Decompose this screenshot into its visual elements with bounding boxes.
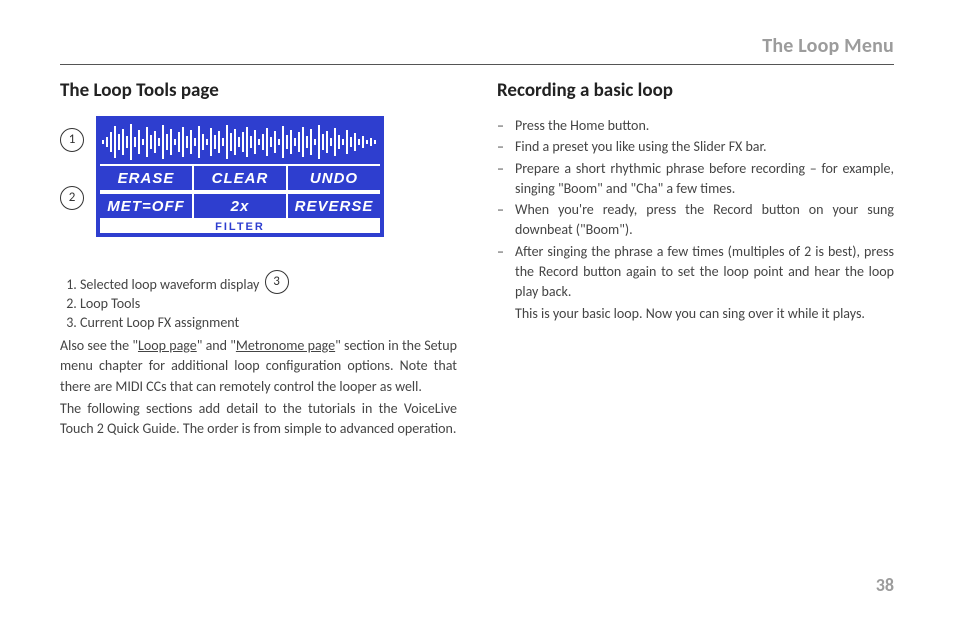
speed-button: 2x	[193, 192, 287, 220]
clear-button: CLEAR	[193, 164, 287, 192]
text: Also see the "	[60, 337, 138, 354]
step-item: Find a preset you like using the Slider …	[497, 137, 894, 157]
callout-2: 2	[60, 186, 84, 210]
page-header: The Loop Menu	[60, 34, 894, 65]
content-columns: The Loop Tools page 1 2 ERASE	[60, 79, 894, 441]
undo-button: UNDO	[287, 164, 380, 192]
metronome-button: MET=OFF	[100, 192, 193, 220]
waveform-icon	[100, 120, 380, 164]
left-column: The Loop Tools page 1 2 ERASE	[60, 79, 457, 441]
trailing-paragraph: This is your basic loop. Now you can sin…	[497, 304, 894, 324]
page-number: 38	[876, 574, 894, 596]
callout-1: 1	[60, 128, 84, 152]
step-item: Press the Home button.	[497, 116, 894, 136]
loop-fx-assignment: FILTER	[100, 220, 380, 233]
diagram-legend: Selected loop waveform display Loop Tool…	[60, 275, 457, 332]
steps-list: Press the Home button. Find a preset you…	[497, 116, 894, 303]
left-body: Also see the "Loop page" and "Metronome …	[60, 336, 457, 439]
step-item: Prepare a short rhythmic phrase before r…	[497, 159, 894, 200]
loop-tools-row-1: ERASE CLEAR UNDO	[100, 164, 380, 192]
paragraph: Also see the "Loop page" and "Metronome …	[60, 336, 457, 397]
diagram-wrapper: 1 2 ERASE CLEAR UNDO	[60, 116, 457, 237]
text: " and "	[197, 337, 236, 354]
manual-page: The Loop Menu The Loop Tools page 1 2	[0, 0, 954, 618]
loop-tools-row-2: MET=OFF 2x REVERSE	[100, 192, 380, 220]
legend-item: Current Loop FX assignment	[80, 313, 457, 332]
link-metronome-page[interactable]: Metronome page	[236, 337, 335, 354]
left-heading: The Loop Tools page	[60, 79, 457, 102]
link-loop-page[interactable]: Loop page	[138, 337, 197, 354]
section-title: The Loop Menu	[60, 34, 894, 58]
paragraph: The following sections add detail to the…	[60, 399, 457, 440]
right-heading: Recording a basic loop	[497, 79, 894, 102]
step-item: When you're ready, press the Record butt…	[497, 200, 894, 241]
callout-3: 3	[265, 270, 289, 294]
step-item: After singing the phrase a few times (mu…	[497, 242, 894, 303]
right-column: Recording a basic loop Press the Home bu…	[497, 79, 894, 441]
loop-tools-screenshot: ERASE CLEAR UNDO MET=OFF 2x REVERSE FILT…	[96, 116, 384, 237]
legend-item: Loop Tools	[80, 294, 457, 313]
reverse-button: REVERSE	[287, 192, 380, 220]
erase-button: ERASE	[100, 164, 193, 192]
waveform-display	[100, 120, 380, 164]
